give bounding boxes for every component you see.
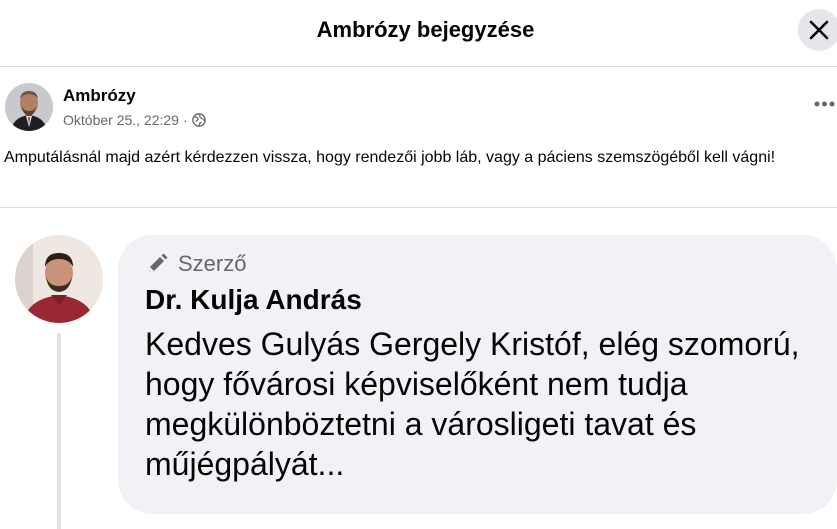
comment-text: Kedves Gulyás Gergely Kristóf, elég szom… bbox=[145, 326, 800, 482]
commenter-avatar[interactable] bbox=[15, 235, 103, 323]
post-options-button[interactable] bbox=[812, 94, 837, 114]
pencil-icon bbox=[149, 253, 168, 272]
post-meta: Október 25., 22:29 · bbox=[63, 112, 206, 128]
meta-separator: · bbox=[182, 112, 188, 128]
post-timestamp[interactable]: Október 25., 22:29 bbox=[63, 112, 179, 128]
post-author-name[interactable]: Ambrózy bbox=[63, 86, 136, 106]
close-icon bbox=[809, 20, 829, 40]
post-author-avatar[interactable] bbox=[5, 83, 53, 131]
post-divider bbox=[0, 207, 837, 208]
post-text: Amputálásnál majd azért kérdezzen vissza… bbox=[4, 149, 776, 166]
author-badge-label: Szerző bbox=[178, 251, 247, 276]
globe-icon[interactable] bbox=[191, 113, 206, 127]
dialog-header: Ambrózy bejegyzése bbox=[0, 0, 837, 67]
commenter-name[interactable]: Dr. Kulja András bbox=[145, 284, 362, 316]
close-button[interactable] bbox=[798, 9, 837, 51]
dialog-title: Ambrózy bejegyzése bbox=[316, 17, 535, 42]
comment-thread-line bbox=[57, 333, 61, 529]
author-badge: Szerző bbox=[145, 251, 246, 277]
more-horizontal-icon bbox=[814, 101, 835, 107]
